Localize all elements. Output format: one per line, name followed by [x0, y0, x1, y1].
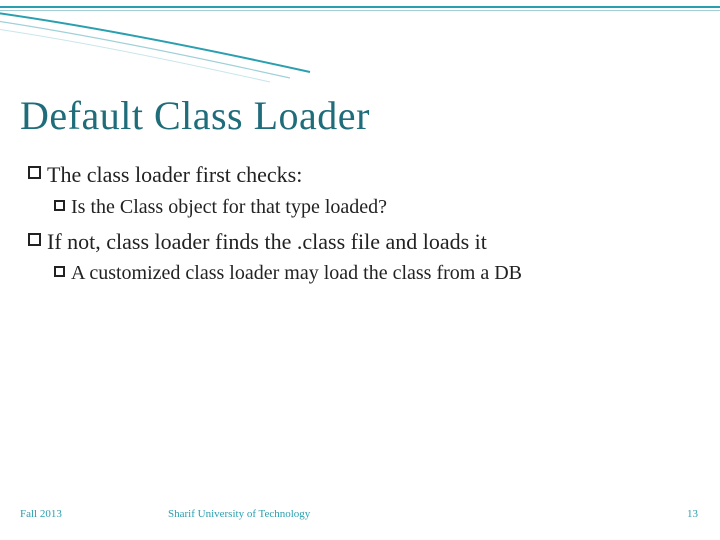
bullet-level2: A customized class loader may load the c…: [54, 260, 692, 287]
slide-body: The class loader first checks: Is the Cl…: [28, 160, 692, 293]
slide-title: Default Class Loader: [20, 92, 370, 139]
bullet-text: A customized class loader may load the c…: [71, 260, 522, 287]
footer-date: Fall 2013: [20, 508, 62, 520]
bullet-text: If not, class loader finds the .class fi…: [47, 227, 487, 257]
footer-organization: Sharif University of Technology: [168, 508, 310, 520]
accent-line-top: [0, 6, 720, 8]
accent-line-under: [0, 10, 720, 11]
header-decoration: [0, 0, 720, 80]
footer-page-number: 13: [687, 508, 698, 520]
swoosh-icon: [0, 0, 320, 90]
slide-footer: Fall 2013 Sharif University of Technolog…: [0, 508, 720, 528]
bullet-level1: The class loader first checks:: [28, 160, 692, 190]
square-bullet-icon: [54, 266, 65, 277]
bullet-level2: Is the Class object for that type loaded…: [54, 194, 692, 221]
bullet-text: The class loader first checks:: [47, 160, 302, 190]
bullet-level1: If not, class loader finds the .class fi…: [28, 227, 692, 257]
square-bullet-icon: [28, 166, 41, 179]
square-bullet-icon: [54, 200, 65, 211]
bullet-text: Is the Class object for that type loaded…: [71, 194, 387, 221]
square-bullet-icon: [28, 233, 41, 246]
slide: Default Class Loader The class loader fi…: [0, 0, 720, 540]
